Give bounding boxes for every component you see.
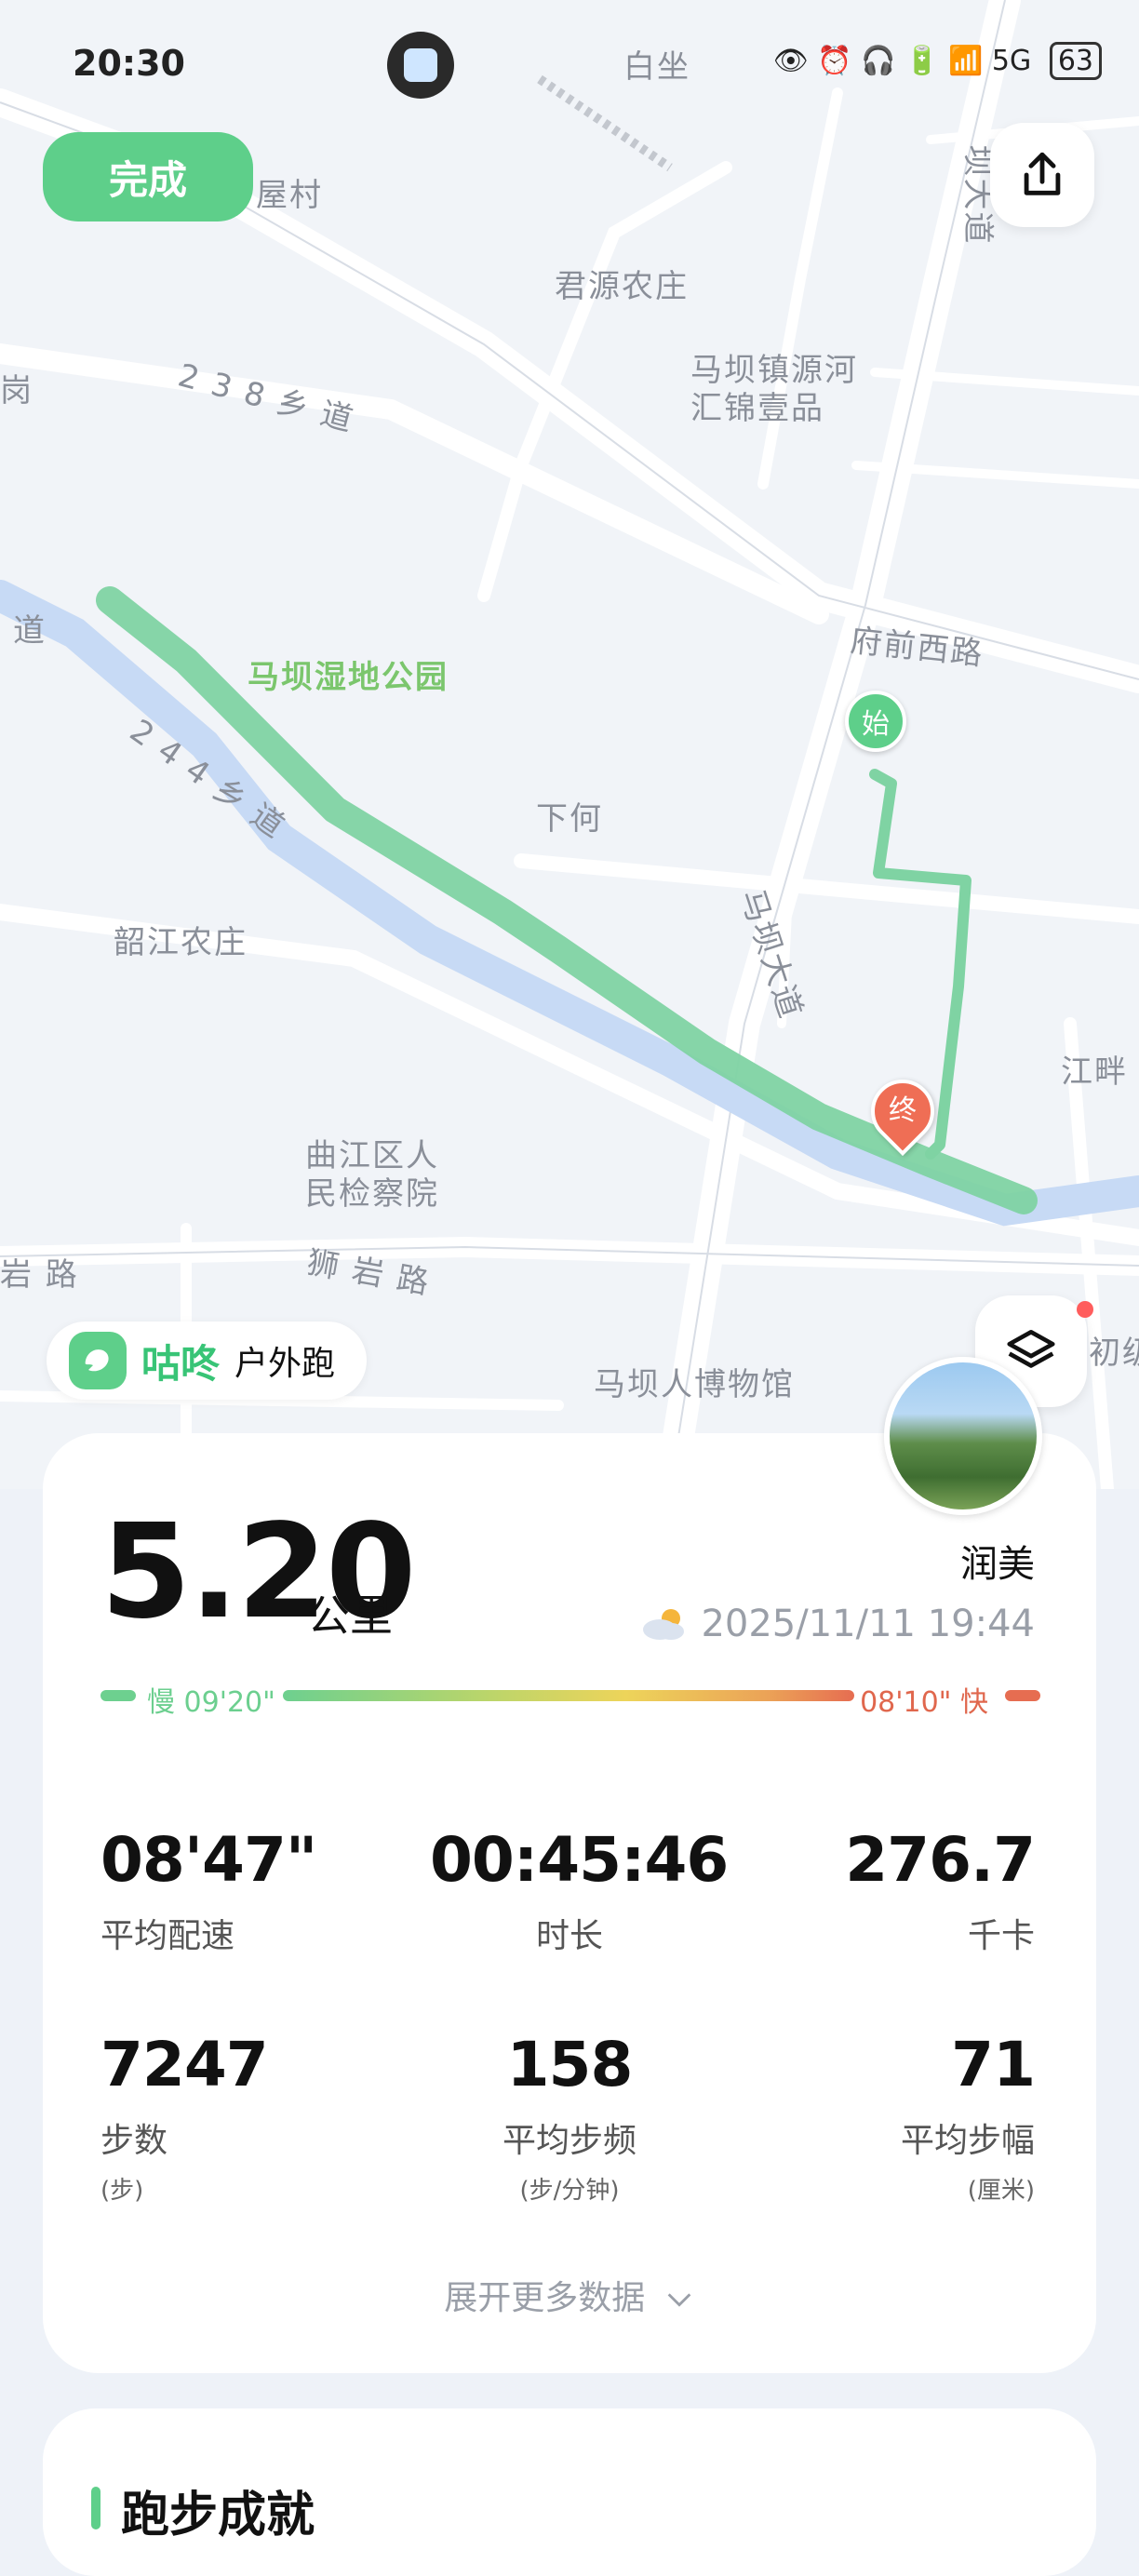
pace-fast-label: 08'10" 快 — [860, 1686, 988, 1719]
map-label: 江畔 — [1061, 1053, 1128, 1091]
end-marker-label: 终 — [889, 1094, 917, 1127]
stat-calories: 276.7 千卡 — [845, 1824, 1036, 1957]
weather-cloud-icon — [643, 1609, 685, 1640]
pace-bar: 慢 09'20" 08'10" 快 — [100, 1679, 1040, 1719]
done-button[interactable]: 完成 — [43, 132, 253, 221]
stride-label: 平均步幅 — [900, 2122, 1035, 2160]
avg-pace-value: 08'47" — [100, 1824, 317, 1896]
steps-value: 7247 — [100, 2029, 269, 2100]
map-label: 岗 — [0, 372, 34, 409]
bird-icon — [85, 1349, 109, 1372]
stride-value: 71 — [951, 2029, 1036, 2100]
map-label: 屋村 — [256, 177, 323, 214]
layers-icon — [1007, 1330, 1055, 1368]
expand-label: 展开更多数据 — [444, 2279, 646, 2317]
activity-type: 户外跑 — [234, 1345, 336, 1383]
map-label: 岩 路 — [0, 1256, 79, 1294]
floating-window-icon[interactable] — [387, 32, 454, 99]
cadence-label: 平均步频 — [502, 2122, 636, 2160]
pace-slow-label: 慢 09'20" — [147, 1686, 275, 1719]
cadence-unit: (步/分钟) — [519, 2177, 620, 2205]
status-bar: 20:30 👁 ⏰ 🎧 🔋 📶 5G 63 — [73, 37, 1102, 93]
section-accent-bar — [91, 2487, 100, 2529]
share-icon — [1024, 152, 1061, 195]
map-label: 韶江农庄 — [114, 924, 248, 961]
duration-label: 时长 — [535, 1917, 603, 1955]
stat-steps: 7247 步数 (步) — [100, 2029, 269, 2206]
pace-gradient — [283, 1690, 854, 1701]
distance-unit: 公里 — [307, 1590, 393, 1641]
username: 润美 — [960, 1543, 1035, 1586]
brand-chip: 咕咚 户外跑 — [47, 1322, 368, 1400]
stat-stride: 71 平均步幅 (厘米) — [900, 2029, 1036, 2206]
pace-cap-slow — [100, 1690, 136, 1701]
steps-unit: (步) — [100, 2177, 144, 2205]
chevron-down-icon — [667, 2293, 691, 2307]
notification-dot — [1077, 1301, 1093, 1318]
avg-pace-label: 平均配速 — [100, 1917, 235, 1955]
stride-unit: (厘米) — [967, 2177, 1035, 2205]
map-label: 曲江区人 民检察院 — [305, 1137, 439, 1213]
stat-cadence: 158 平均步频 (步/分钟) — [430, 2029, 709, 2206]
avatar[interactable] — [884, 1357, 1042, 1515]
calories-label: 千卡 — [967, 1917, 1035, 1955]
status-icons: 👁 ⏰ 🎧 🔋 📶 5G — [772, 45, 1032, 77]
activity-datetime: 2025/11/11 19:44 — [639, 1603, 1035, 1645]
duration-value: 00:45:46 — [430, 1824, 729, 1896]
stat-avg-pace: 08'47" 平均配速 — [100, 1824, 317, 1957]
codoon-logo-icon — [69, 1332, 127, 1389]
pace-cap-fast — [1005, 1690, 1040, 1701]
map-label: 马坝湿地公园 — [248, 659, 449, 696]
battery-level: 63 — [1049, 42, 1102, 80]
map-label: 马坝人博物馆 — [594, 1366, 795, 1403]
map-label: 下何 — [536, 800, 603, 838]
start-marker-label: 始 — [862, 708, 890, 741]
achievements-title: 跑步成就 — [121, 2488, 315, 2543]
map-label: 马坝镇源河 汇锦壹品 — [690, 352, 858, 427]
stat-duration: 00:45:46 时长 — [430, 1824, 729, 1957]
steps-label: 步数 — [100, 2122, 168, 2160]
brand-name: 咕咚 — [141, 1340, 221, 1387]
expand-more-data-button[interactable]: 展开更多数据 — [0, 2271, 1139, 2319]
status-time: 20:30 — [73, 43, 185, 84]
share-button[interactable] — [990, 123, 1094, 227]
cadence-value: 158 — [506, 2029, 634, 2100]
datetime-text: 2025/11/11 19:44 — [701, 1603, 1035, 1645]
calories-value: 276.7 — [845, 1824, 1036, 1896]
map-label: 道 — [13, 612, 47, 650]
map-label: 君源农庄 — [555, 268, 689, 305]
status-indicators: 👁 ⏰ 🎧 🔋 📶 5G 63 — [772, 42, 1102, 80]
map-label: 初级 — [1089, 1335, 1139, 1372]
route-map[interactable]: 屋村 白坐 君源农庄 马坝镇源河 汇锦壹品 2 3 8 乡 道 马坝湿地公园 府… — [0, 0, 1139, 1489]
start-marker: 始 — [845, 691, 906, 752]
